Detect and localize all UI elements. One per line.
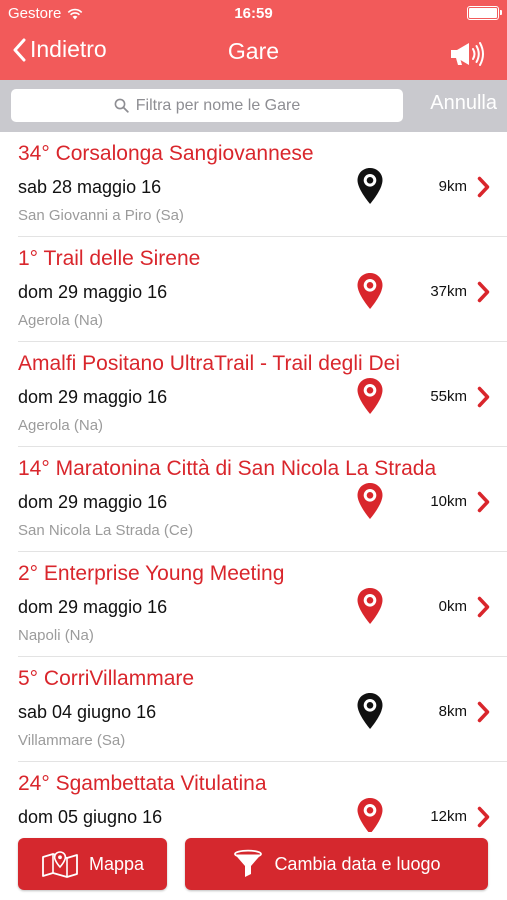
map-pin-icon[interactable] <box>356 272 384 310</box>
map-pin-icon[interactable] <box>356 377 384 415</box>
chevron-right-icon <box>477 806 490 828</box>
race-title: 14° Maratonina Città di San Nicola La St… <box>18 457 437 480</box>
race-title: Amalfi Positano UltraTrail - Trail degli… <box>18 352 401 375</box>
chevron-right-icon <box>477 491 490 513</box>
race-distance: 37km <box>430 283 467 300</box>
status-time: 16:59 <box>234 5 273 22</box>
map-pin-icon[interactable] <box>356 692 384 730</box>
map-pin-icon[interactable] <box>356 167 384 205</box>
race-title: 5° CorriVillammare <box>18 667 195 690</box>
race-distance: 0km <box>438 598 467 615</box>
race-location: Agerola (Na) <box>18 312 104 329</box>
change-date-location-label: Cambia data e luogo <box>274 853 441 874</box>
race-distance: 12km <box>430 808 467 825</box>
megaphone-icon[interactable] <box>447 38 485 68</box>
race-row[interactable]: 34° Corsalonga Sangiovannese sab 28 magg… <box>0 132 507 237</box>
race-title: 1° Trail delle Sirene <box>18 247 201 270</box>
back-button[interactable]: Indietro <box>12 36 107 63</box>
search-input[interactable]: Filtra per nome le Gare <box>11 89 403 122</box>
race-row[interactable]: 24° Sgambettata Vitulatina dom 05 giugno… <box>0 762 507 832</box>
nav-bar: Indietro Gare <box>0 28 507 80</box>
race-date: dom 29 maggio 16 <box>18 282 168 302</box>
race-date: sab 04 giugno 16 <box>18 702 157 722</box>
race-date: dom 29 maggio 16 <box>18 597 168 617</box>
race-list: 34° Corsalonga Sangiovannese sab 28 magg… <box>0 132 507 832</box>
race-row[interactable]: 14° Maratonina Città di San Nicola La St… <box>0 447 507 552</box>
race-title: 2° Enterprise Young Meeting <box>18 562 285 585</box>
race-location: San Nicola La Strada (Ce) <box>18 522 194 539</box>
race-row[interactable]: 2° Enterprise Young Meeting dom 29 maggi… <box>0 552 507 657</box>
chevron-right-icon <box>477 386 490 408</box>
map-button[interactable]: Mappa <box>18 838 167 890</box>
map-button-label: Mappa <box>88 853 145 874</box>
race-location: Napoli (Na) <box>18 627 94 644</box>
race-row[interactable]: 1° Trail delle Sirene dom 29 maggio 16 A… <box>0 237 507 342</box>
chevron-right-icon <box>477 596 490 618</box>
race-distance: 55km <box>430 388 467 405</box>
header: Gestore 16:59 Indietro Gare <box>0 0 507 80</box>
search-placeholder: Filtra per nome le Gare <box>135 96 301 114</box>
bottom-toolbar: Mappa Cambia data e luogo <box>0 832 507 900</box>
race-distance: 8km <box>438 703 467 720</box>
chevron-left-icon <box>13 38 26 61</box>
race-distance: 10km <box>430 493 467 510</box>
race-date: dom 29 maggio 16 <box>18 387 168 407</box>
search-bar: Filtra per nome le Gare Annulla <box>0 80 507 132</box>
status-bar: Gestore 16:59 <box>0 0 507 28</box>
battery-icon <box>467 6 502 20</box>
chevron-right-icon <box>477 176 490 198</box>
race-date: sab 28 maggio 16 <box>18 177 162 197</box>
map-pin-icon[interactable] <box>356 482 384 520</box>
race-row[interactable]: Amalfi Positano UltraTrail - Trail degli… <box>0 342 507 447</box>
race-title: 34° Corsalonga Sangiovannese <box>18 142 314 165</box>
search-icon <box>114 98 129 113</box>
race-row[interactable]: 5° CorriVillammare sab 04 giugno 16 Vill… <box>0 657 507 762</box>
chevron-right-icon <box>477 281 490 303</box>
map-pin-icon[interactable] <box>356 797 384 832</box>
map-icon <box>42 851 78 878</box>
race-location: Agerola (Na) <box>18 417 104 434</box>
race-location: San Giovanni a Piro (Sa) <box>18 207 184 224</box>
race-distance: 9km <box>438 178 467 195</box>
race-location: Villammare (Sa) <box>18 732 126 749</box>
race-title: 24° Sgambettata Vitulatina <box>18 772 267 795</box>
back-label: Indietro <box>30 36 107 62</box>
race-date: dom 29 maggio 16 <box>18 492 168 512</box>
race-date: dom 05 giugno 16 <box>18 807 163 827</box>
change-date-location-button[interactable]: Cambia data e luogo <box>185 838 488 890</box>
cancel-button[interactable]: Annulla <box>430 92 497 115</box>
map-pin-icon[interactable] <box>356 587 384 625</box>
chevron-right-icon <box>477 701 490 723</box>
funnel-icon <box>234 849 263 877</box>
